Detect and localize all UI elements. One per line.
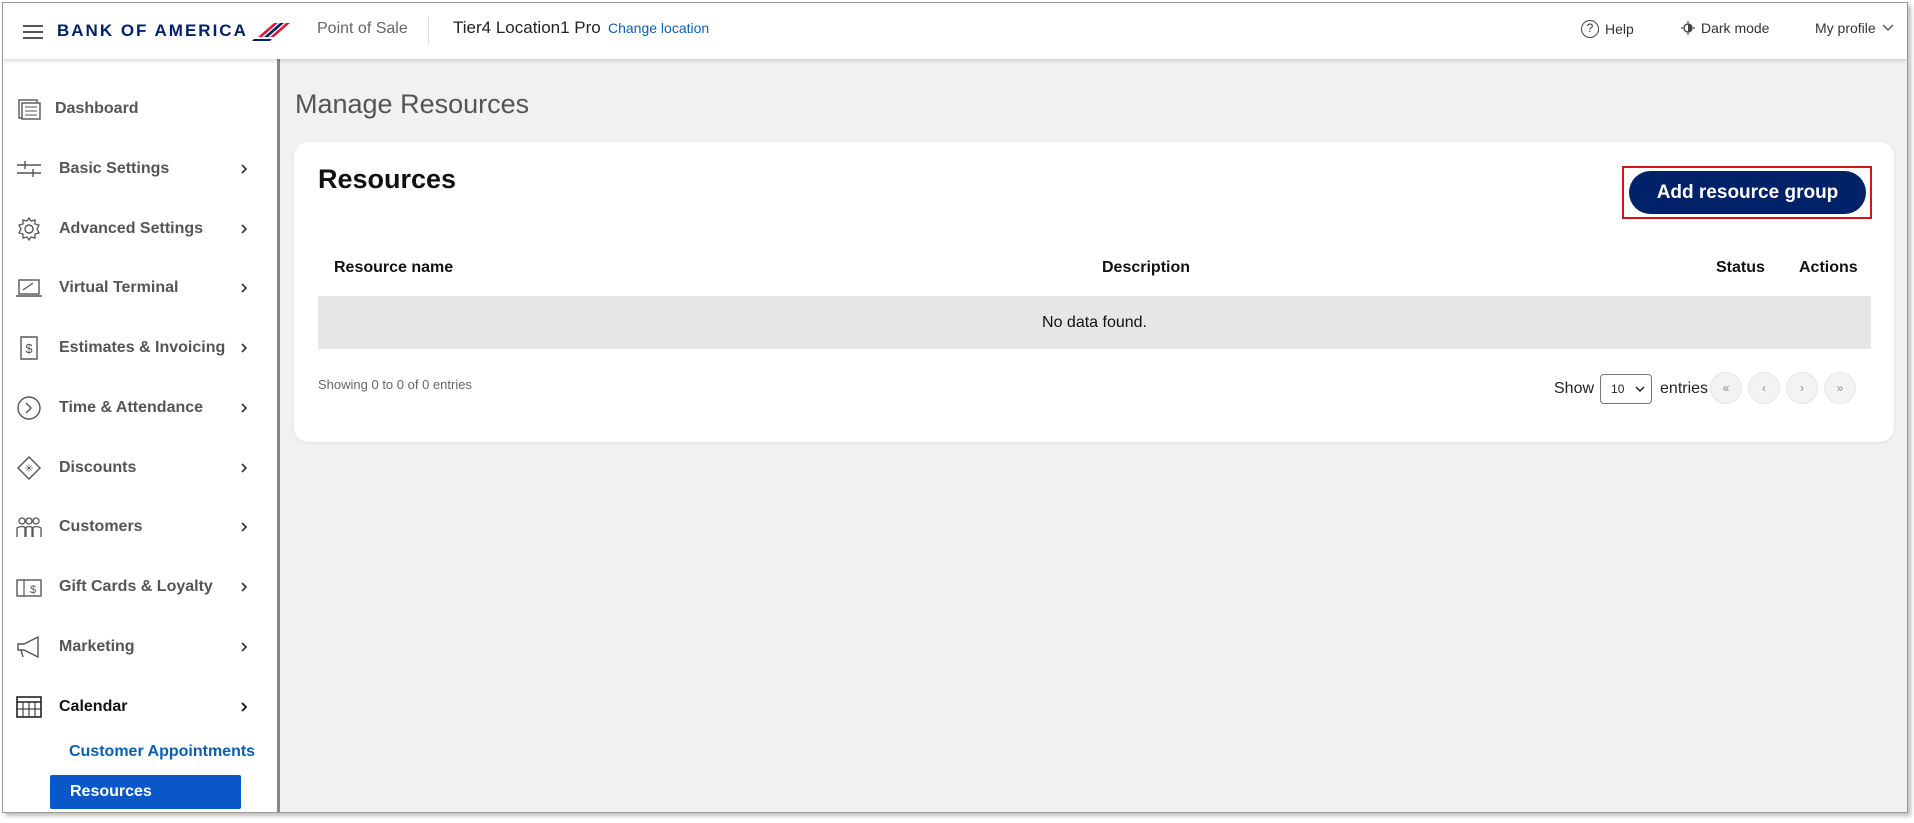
highlight-box: Add resource group [1622,166,1872,219]
laptop-icon [16,279,42,297]
svg-text:$: $ [30,584,36,596]
sidebar-subitem-resources[interactable]: Resources [50,775,241,809]
chevron-down-icon [1635,385,1645,392]
resources-card: Resources Add resource group Resource na… [294,142,1894,442]
entries-label: entries [1660,380,1709,397]
help-button[interactable]: ? Help [1581,20,1634,38]
sidebar-item-discounts[interactable]: ✳ Discounts [3,448,263,488]
sidebar-item-virtual-terminal[interactable]: Virtual Terminal [3,268,263,308]
menu-icon[interactable] [23,25,43,39]
first-page-button[interactable]: « [1710,372,1742,404]
sidebar-item-estimates-invoicing[interactable]: $ Estimates & Invoicing [3,328,263,368]
page-length-select[interactable]: 10 [1600,374,1653,404]
chevron-right-icon [241,403,248,413]
page-length-control: Show 10 entries [1554,374,1708,404]
empty-table-row: No data found. [318,296,1871,349]
sidebar-item-calendar[interactable]: Calendar [3,687,263,727]
previous-page-button[interactable]: ‹ [1748,372,1780,404]
chevron-right-icon [241,702,248,712]
tag-icon: ✳ [17,456,41,480]
chevron-right-icon [241,463,248,473]
svg-text:$: $ [25,341,33,356]
chevron-right-icon [241,582,248,592]
megaphone-icon [17,635,39,659]
sidebar-item-label: Marketing [59,638,135,655]
card-title: Resources [318,164,457,194]
chevron-right-icon [241,164,248,174]
sidebar-item-label: Basic Settings [59,160,170,177]
dashboard-icon [18,99,41,120]
sidebar-subitem-customer-appointments[interactable]: Customer Appointments [69,743,255,761]
last-page-button[interactable]: » [1824,372,1856,404]
chevron-right-icon [241,343,248,353]
sidebar-item-basic-settings[interactable]: Basic Settings [3,149,263,189]
header-divider [428,17,429,45]
sidebar-subitem-label: Resources [70,783,152,800]
sidebar-item-label: Estimates & Invoicing [59,339,226,356]
sidebar-item-label: Dashboard [55,100,139,117]
add-resource-group-button[interactable]: Add resource group [1629,171,1866,214]
help-icon: ? [1581,20,1599,38]
sidebar-item-label: Discounts [59,459,137,476]
chevron-right-icon [241,522,248,532]
page-title: Manage Resources [295,89,530,119]
chevron-down-icon [1882,24,1894,31]
sidebar-item-label: Advanced Settings [59,220,204,237]
gift-card-icon: $ [16,579,42,597]
current-location: Tier4 Location1 Pro [453,18,601,37]
svg-text:✳: ✳ [24,463,33,475]
app-window: BANK OF AMERICA Point of Sale Tier4 Loca… [2,2,1908,813]
sliders-icon [17,161,41,177]
app-name: Point of Sale [317,20,408,37]
chevron-right-icon [241,283,248,293]
chevron-right-icon [241,224,248,234]
sidebar-item-marketing[interactable]: Marketing [3,627,263,667]
brand-logo[interactable]: BANK OF AMERICA [57,17,292,45]
sidebar-item-dashboard[interactable]: Dashboard [3,89,263,129]
column-header-resource-name[interactable]: Resource name [334,259,453,277]
sun-icon [1681,21,1695,35]
top-header: BANK OF AMERICA Point of Sale Tier4 Loca… [3,3,1907,59]
sidebar-item-advanced-settings[interactable]: Advanced Settings [3,209,263,249]
sidebar-item-label: Calendar [59,698,128,715]
chevron-right-icon [241,642,248,652]
profile-label: My profile [1815,20,1876,36]
sidebar: Dashboard Basic Settings Advanced Settin… [3,59,280,812]
gear-icon [18,216,40,242]
sidebar-item-label: Time & Attendance [59,399,204,416]
help-label: Help [1605,21,1634,37]
table-info: Showing 0 to 0 of 0 entries [318,377,472,392]
sidebar-item-time-attendance[interactable]: Time & Attendance [3,388,263,428]
sidebar-item-label: Customers [59,518,143,535]
sidebar-item-gift-cards-loyalty[interactable]: $ Gift Cards & Loyalty [3,567,263,607]
column-header-actions: Actions [1799,259,1858,276]
sidebar-item-label: Virtual Terminal [59,279,179,296]
users-icon [16,517,42,537]
calendar-icon [16,696,42,718]
column-header-description[interactable]: Description [1102,259,1190,277]
change-location-link[interactable]: Change location [608,20,709,36]
flag-logo-icon [251,23,290,41]
dark-mode-label: Dark mode [1701,20,1770,36]
page-length-value: 10 [1611,382,1625,396]
show-label: Show [1554,380,1595,397]
sidebar-item-customers[interactable]: Customers [3,507,263,547]
brand-name: BANK OF AMERICA [57,21,248,40]
dark-mode-toggle[interactable]: Dark mode [1681,20,1769,36]
next-page-button[interactable]: › [1786,372,1818,404]
invoice-icon: $ [20,336,38,360]
clock-icon [17,396,41,420]
column-header-status[interactable]: Status [1716,259,1765,277]
sidebar-item-label: Gift Cards & Loyalty [59,578,213,595]
profile-menu[interactable]: My profile [1815,20,1894,36]
